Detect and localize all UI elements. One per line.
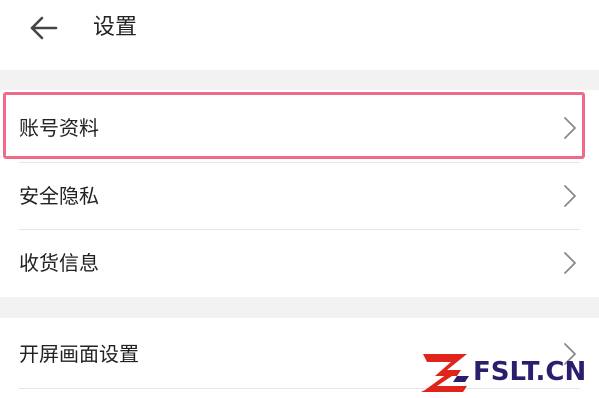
- watermark: FSLT.CN: [417, 348, 599, 398]
- page-title: 设置: [93, 15, 138, 40]
- settings-item-label: 开屏画面设置: [19, 342, 139, 366]
- settings-item-label: 收货信息: [19, 251, 99, 275]
- highlight-annotation: [3, 92, 585, 159]
- watermark-logo-icon: [421, 354, 469, 392]
- watermark-text: FSLT.CN: [473, 357, 587, 387]
- settings-item-security-privacy[interactable]: 安全隐私: [0, 162, 599, 230]
- chevron-right-icon: [564, 252, 576, 274]
- top-bar: 设置: [0, 0, 599, 70]
- back-button[interactable]: [22, 10, 66, 46]
- settings-item-label: 安全隐私: [19, 184, 99, 208]
- settings-item-shipping-info[interactable]: 收货信息: [0, 229, 599, 297]
- arrow-left-icon: [30, 16, 58, 40]
- chevron-right-icon: [564, 185, 576, 207]
